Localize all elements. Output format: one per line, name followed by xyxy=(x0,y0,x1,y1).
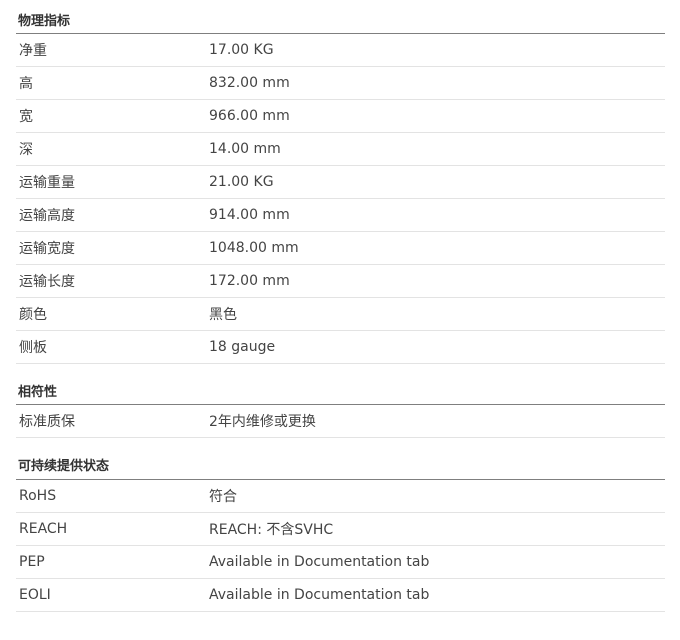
spec-row-rohs: RoHS 符合 xyxy=(16,480,665,513)
spec-value: 966.00 mm xyxy=(209,108,290,124)
spec-label: 运输高度 xyxy=(19,208,75,224)
spec-row-depth: 深 14.00 mm xyxy=(16,133,665,166)
spec-row-reach: REACH REACH: 不含SVHC xyxy=(16,513,665,546)
spec-value: 18 gauge xyxy=(209,339,276,355)
section-sustainability: 可持续提供状态 RoHS 符合 REACH REACH: 不含SVHC PEP … xyxy=(16,456,665,612)
spec-value: 914.00 mm xyxy=(209,207,290,223)
spec-row-shipping-weight: 运输重量 21.00 KG xyxy=(16,166,665,199)
section-conformity: 相符性 标准质保 2年内维修或更换 xyxy=(16,382,665,438)
spec-value: 172.00 mm xyxy=(209,273,290,289)
spec-value: 黑色 xyxy=(209,307,237,323)
section-physical: 物理指标 净重 17.00 KG 高 832.00 mm 宽 966.00 mm… xyxy=(16,10,665,364)
spec-row-color: 颜色 黑色 xyxy=(16,298,665,331)
spec-label: PEP xyxy=(19,554,45,570)
section-title: 可持续提供状态 xyxy=(16,456,665,480)
spec-row-width: 宽 966.00 mm xyxy=(16,100,665,133)
spec-label: 颜色 xyxy=(19,307,47,323)
spec-value: Available in Documentation tab xyxy=(209,554,430,570)
spec-row-shipping-height: 运输高度 914.00 mm xyxy=(16,199,665,232)
spec-row-eoli: EOLI Available in Documentation tab xyxy=(16,579,665,612)
spec-label: EOLI xyxy=(19,587,51,603)
spec-row-warranty: 标准质保 2年内维修或更换 xyxy=(16,405,665,438)
spec-row-shipping-width: 运输宽度 1048.00 mm xyxy=(16,232,665,265)
spec-label: 高 xyxy=(19,76,33,92)
spec-label: 运输长度 xyxy=(19,274,75,290)
spec-row-pep: PEP Available in Documentation tab xyxy=(16,546,665,579)
spec-value: 17.00 KG xyxy=(209,42,274,58)
section-title: 相符性 xyxy=(16,382,665,405)
spec-label: 标准质保 xyxy=(19,414,75,430)
spec-value: 2年内维修或更换 xyxy=(209,414,316,430)
spec-value: 21.00 KG xyxy=(209,174,274,190)
section-title: 物理指标 xyxy=(16,10,665,34)
spec-label: 深 xyxy=(19,142,33,158)
product-spec-table: 物理指标 净重 17.00 KG 高 832.00 mm 宽 966.00 mm… xyxy=(16,0,665,612)
spec-value: 14.00 mm xyxy=(209,141,281,157)
spec-value: 832.00 mm xyxy=(209,75,290,91)
spec-label: REACH xyxy=(19,521,68,537)
spec-row-net-weight: 净重 17.00 KG xyxy=(16,34,665,67)
spec-value: 1048.00 mm xyxy=(209,240,299,256)
spec-value: REACH: 不含SVHC xyxy=(209,522,334,538)
spec-label: 宽 xyxy=(19,109,33,125)
spec-label: 净重 xyxy=(19,43,47,59)
spec-row-shipping-length: 运输长度 172.00 mm xyxy=(16,265,665,298)
spec-label: RoHS xyxy=(19,488,57,504)
spec-row-side-panel: 侧板 18 gauge xyxy=(16,331,665,364)
spec-row-height: 高 832.00 mm xyxy=(16,67,665,100)
spec-value: Available in Documentation tab xyxy=(209,587,430,603)
spec-label: 侧板 xyxy=(19,340,47,356)
spec-label: 运输重量 xyxy=(19,175,75,191)
spec-label: 运输宽度 xyxy=(19,241,75,257)
spec-value: 符合 xyxy=(209,489,237,505)
